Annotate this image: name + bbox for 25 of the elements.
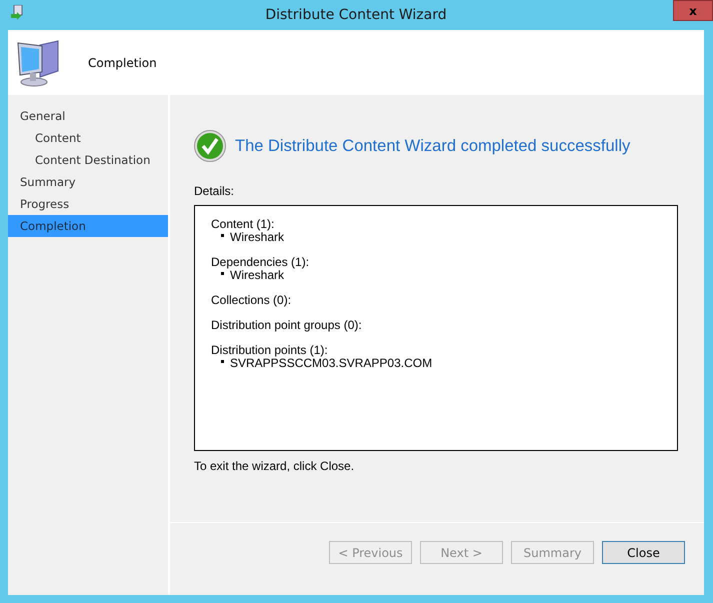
section-item: Wireshark bbox=[230, 230, 284, 244]
sidebar-item[interactable]: Summary bbox=[8, 171, 168, 193]
bullet-icon bbox=[221, 272, 224, 276]
section-heading: Collections (0): bbox=[211, 294, 292, 306]
sidebar-item[interactable]: Content bbox=[8, 127, 168, 149]
section-heading: Distribution points (1): bbox=[211, 344, 329, 356]
details-label: Details: bbox=[194, 184, 236, 198]
window-close-button[interactable]: x bbox=[673, 0, 713, 21]
sidebar-item[interactable]: Progress bbox=[8, 193, 168, 215]
window-title: Distribute Content Wizard bbox=[264, 7, 448, 23]
section-item: Wireshark bbox=[230, 268, 284, 282]
sidebar-item[interactable]: Completion bbox=[8, 215, 168, 237]
section-item: SVRAPPSSCCM03.SVRAPP03.COM bbox=[230, 356, 432, 370]
bullet-icon bbox=[221, 360, 224, 364]
bullet-icon bbox=[221, 234, 224, 238]
success-check-icon bbox=[194, 130, 226, 162]
section-heading: Distribution point groups (0): bbox=[211, 319, 363, 331]
page-title: Completion bbox=[88, 56, 157, 70]
exit-hint: To exit the wizard, click Close. bbox=[194, 459, 356, 473]
section-heading: Content (1): bbox=[211, 218, 276, 230]
section-heading: Dependencies (1): bbox=[211, 256, 310, 268]
success-message: The Distribute Content Wizard completed successfully bbox=[235, 136, 630, 156]
sidebar-item[interactable]: Content Destination bbox=[8, 149, 168, 171]
sidebar-item[interactable]: General bbox=[8, 105, 168, 127]
wizard-button[interactable]: Close bbox=[602, 541, 685, 564]
